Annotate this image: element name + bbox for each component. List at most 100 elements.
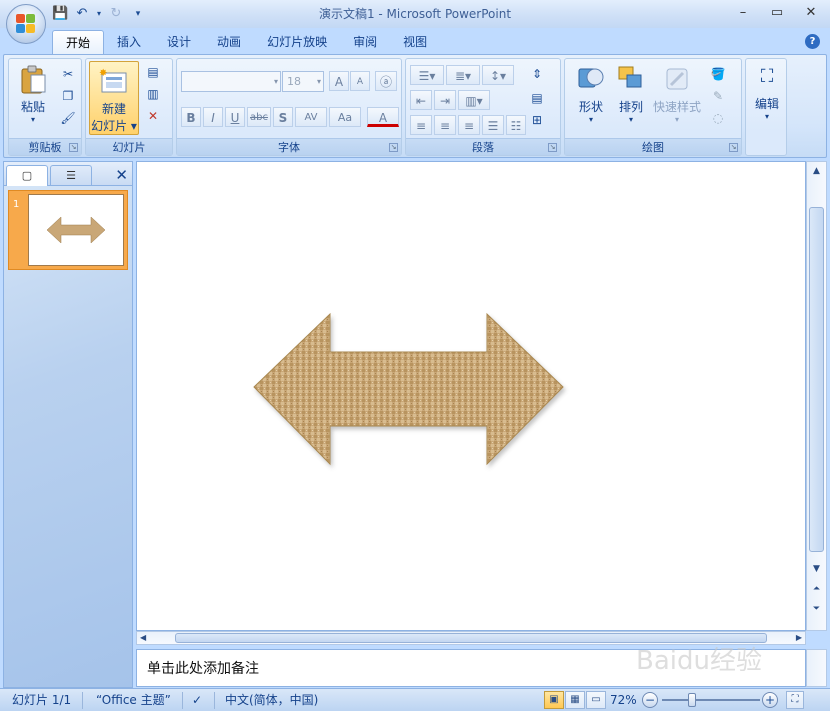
shape-fill-icon[interactable]: 🪣 xyxy=(709,65,727,83)
zoom-in-icon[interactable]: + xyxy=(762,692,778,708)
shadow-button[interactable]: S xyxy=(273,107,293,127)
numbering-icon[interactable]: ≣▾ xyxy=(446,65,480,85)
align-right-icon[interactable]: ≡ xyxy=(458,115,480,135)
slide-canvas[interactable] xyxy=(136,161,806,631)
drawing-launcher-icon[interactable]: ↘ xyxy=(729,143,738,152)
tab-review[interactable]: 审阅 xyxy=(340,30,390,54)
minimize-button[interactable]: – xyxy=(732,4,754,22)
svg-text:✸: ✸ xyxy=(99,68,107,79)
quick-styles-label: 快速样式 xyxy=(652,100,701,114)
quick-styles-icon xyxy=(666,68,688,90)
justify-icon[interactable]: ☰ xyxy=(482,115,504,135)
tab-view[interactable]: 视图 xyxy=(390,30,440,54)
close-button[interactable]: ✕ xyxy=(800,4,822,22)
vertical-scrollbar[interactable]: ▲ ▼ ⏶ ⏷ xyxy=(806,161,827,631)
tab-slides-thumbnails[interactable]: ▢ xyxy=(6,165,48,186)
scroll-left-icon[interactable]: ◀ xyxy=(140,632,146,644)
next-slide-icon[interactable]: ⏷ xyxy=(809,602,824,616)
grow-font-button[interactable]: A xyxy=(329,71,349,91)
arrange-button[interactable]: 排列 ▾ xyxy=(611,63,651,124)
previous-slide-icon[interactable]: ⏶ xyxy=(809,582,824,596)
zoom-level[interactable]: 72% xyxy=(610,692,637,709)
shape-effects-icon[interactable]: ◌ xyxy=(709,109,727,127)
align-text-icon[interactable]: ▤ xyxy=(528,89,546,107)
quick-styles-dropdown-icon: ▾ xyxy=(674,115,679,124)
horizontal-scrollbar[interactable]: ◀ ▶ xyxy=(136,631,806,645)
bold-button[interactable]: B xyxy=(181,107,201,127)
paragraph-launcher-icon[interactable]: ↘ xyxy=(548,143,557,152)
font-color-button[interactable]: A xyxy=(367,107,399,127)
font-size-dropdown-icon: ▾ xyxy=(316,77,321,86)
tab-outline[interactable]: ☰ xyxy=(50,165,92,186)
tab-design[interactable]: 设计 xyxy=(154,30,204,54)
slideshow-view-icon[interactable]: ▭ xyxy=(586,691,606,709)
font-size-combo[interactable]: 18 ▾ xyxy=(282,71,324,92)
char-spacing-button[interactable]: AV xyxy=(295,107,327,127)
normal-view-icon[interactable]: ▣ xyxy=(544,691,564,709)
font-name-combo[interactable]: ▾ xyxy=(181,71,281,92)
slide-info: 幻灯片 1/1 xyxy=(12,693,72,707)
double-arrow-shape[interactable] xyxy=(137,162,805,630)
reset-icon[interactable]: ▥ xyxy=(144,85,162,103)
tab-home[interactable]: 开始 xyxy=(52,30,105,54)
tab-animations[interactable]: 动画 xyxy=(204,30,254,54)
group-drawing: 形状 ▾ 排列 ▾ 快速样式 ▾ 🪣 ✎ ◌ 绘图 ↘ xyxy=(564,58,742,156)
status-separator xyxy=(82,692,83,709)
align-left-icon[interactable]: ≡ xyxy=(410,115,432,135)
distributed-icon[interactable]: ☷ xyxy=(506,115,526,135)
format-painter-icon[interactable]: 🖌 xyxy=(59,109,77,127)
increase-indent-icon[interactable]: ⇥ xyxy=(434,90,456,110)
quick-styles-button[interactable]: 快速样式 ▾ xyxy=(651,63,703,124)
spellcheck-icon[interactable]: ✓ xyxy=(192,692,202,709)
layout-icon[interactable]: ▤ xyxy=(144,63,162,81)
cut-icon[interactable]: ✂ xyxy=(59,65,77,83)
scroll-up-icon[interactable]: ▲ xyxy=(809,164,824,178)
slide-sorter-view-icon[interactable]: ▦ xyxy=(565,691,585,709)
ribbon-tabs: 开始 插入 设计 动画 幻灯片放映 审阅 视图 xyxy=(52,30,440,54)
office-button[interactable] xyxy=(6,4,46,44)
group-label-paragraph: 段落 xyxy=(406,138,560,155)
italic-button[interactable]: I xyxy=(203,107,223,127)
decrease-indent-icon[interactable]: ⇤ xyxy=(410,90,432,110)
notes-placeholder: 单击此处添加备注 xyxy=(147,661,259,677)
paste-button[interactable]: 粘贴 ▾ xyxy=(13,63,53,124)
help-icon[interactable]: ? xyxy=(805,34,820,49)
vertical-scroll-thumb[interactable] xyxy=(809,207,824,552)
zoom-slider-knob[interactable] xyxy=(688,693,696,707)
scroll-down-icon[interactable]: ▼ xyxy=(809,562,824,576)
slide-thumbnail-1[interactable]: 1 xyxy=(8,190,128,270)
fit-to-window-icon[interactable]: ⛶ xyxy=(786,691,804,709)
pane-close-icon[interactable]: ✕ xyxy=(115,166,128,184)
clipboard-launcher-icon[interactable]: ↘ xyxy=(69,143,78,152)
group-clipboard: 粘贴 ▾ ✂ ❐ 🖌 剪贴板 ↘ xyxy=(8,58,82,156)
shapes-button[interactable]: 形状 ▾ xyxy=(571,63,611,124)
align-center-icon[interactable]: ≡ xyxy=(434,115,456,135)
change-case-button[interactable]: Aa xyxy=(329,107,361,127)
bullets-icon[interactable]: ☰▾ xyxy=(410,65,444,85)
copy-icon[interactable]: ❐ xyxy=(59,87,77,105)
notes-pane[interactable]: 单击此处添加备注 xyxy=(136,649,806,687)
new-slide-button[interactable]: ✸ 新建 幻灯片 ▾ xyxy=(89,61,139,135)
line-spacing-icon[interactable]: ↕▾ xyxy=(482,65,514,85)
underline-button[interactable]: U xyxy=(225,107,245,127)
tab-insert[interactable]: 插入 xyxy=(104,30,154,54)
slides-pane: ▢ ☰ ✕ 1 xyxy=(3,161,133,688)
shrink-font-button[interactable]: A xyxy=(350,71,370,91)
tab-slideshow[interactable]: 幻灯片放映 xyxy=(254,30,340,54)
font-launcher-icon[interactable]: ↘ xyxy=(389,143,398,152)
strikethrough-button[interactable]: abc xyxy=(247,107,271,127)
notes-scrollbar[interactable] xyxy=(806,649,827,687)
smartart-icon[interactable]: ⊞ xyxy=(528,111,546,129)
clear-format-icon[interactable]: ⓐ xyxy=(375,71,397,91)
text-direction-icon[interactable]: ⇕ xyxy=(528,65,546,83)
zoom-slider[interactable] xyxy=(662,699,760,701)
scroll-right-icon[interactable]: ▶ xyxy=(796,632,802,644)
delete-slide-icon[interactable]: ✕ xyxy=(144,107,162,125)
restore-button[interactable]: ▭ xyxy=(766,4,788,22)
editing-button[interactable]: ⛶ 编辑 ▾ xyxy=(748,63,786,121)
zoom-out-icon[interactable]: − xyxy=(642,692,658,708)
shape-outline-icon[interactable]: ✎ xyxy=(709,87,727,105)
columns-icon[interactable]: ▥▾ xyxy=(458,90,490,110)
horizontal-scroll-thumb[interactable] xyxy=(175,633,767,643)
font-name-dropdown-icon: ▾ xyxy=(273,77,278,86)
